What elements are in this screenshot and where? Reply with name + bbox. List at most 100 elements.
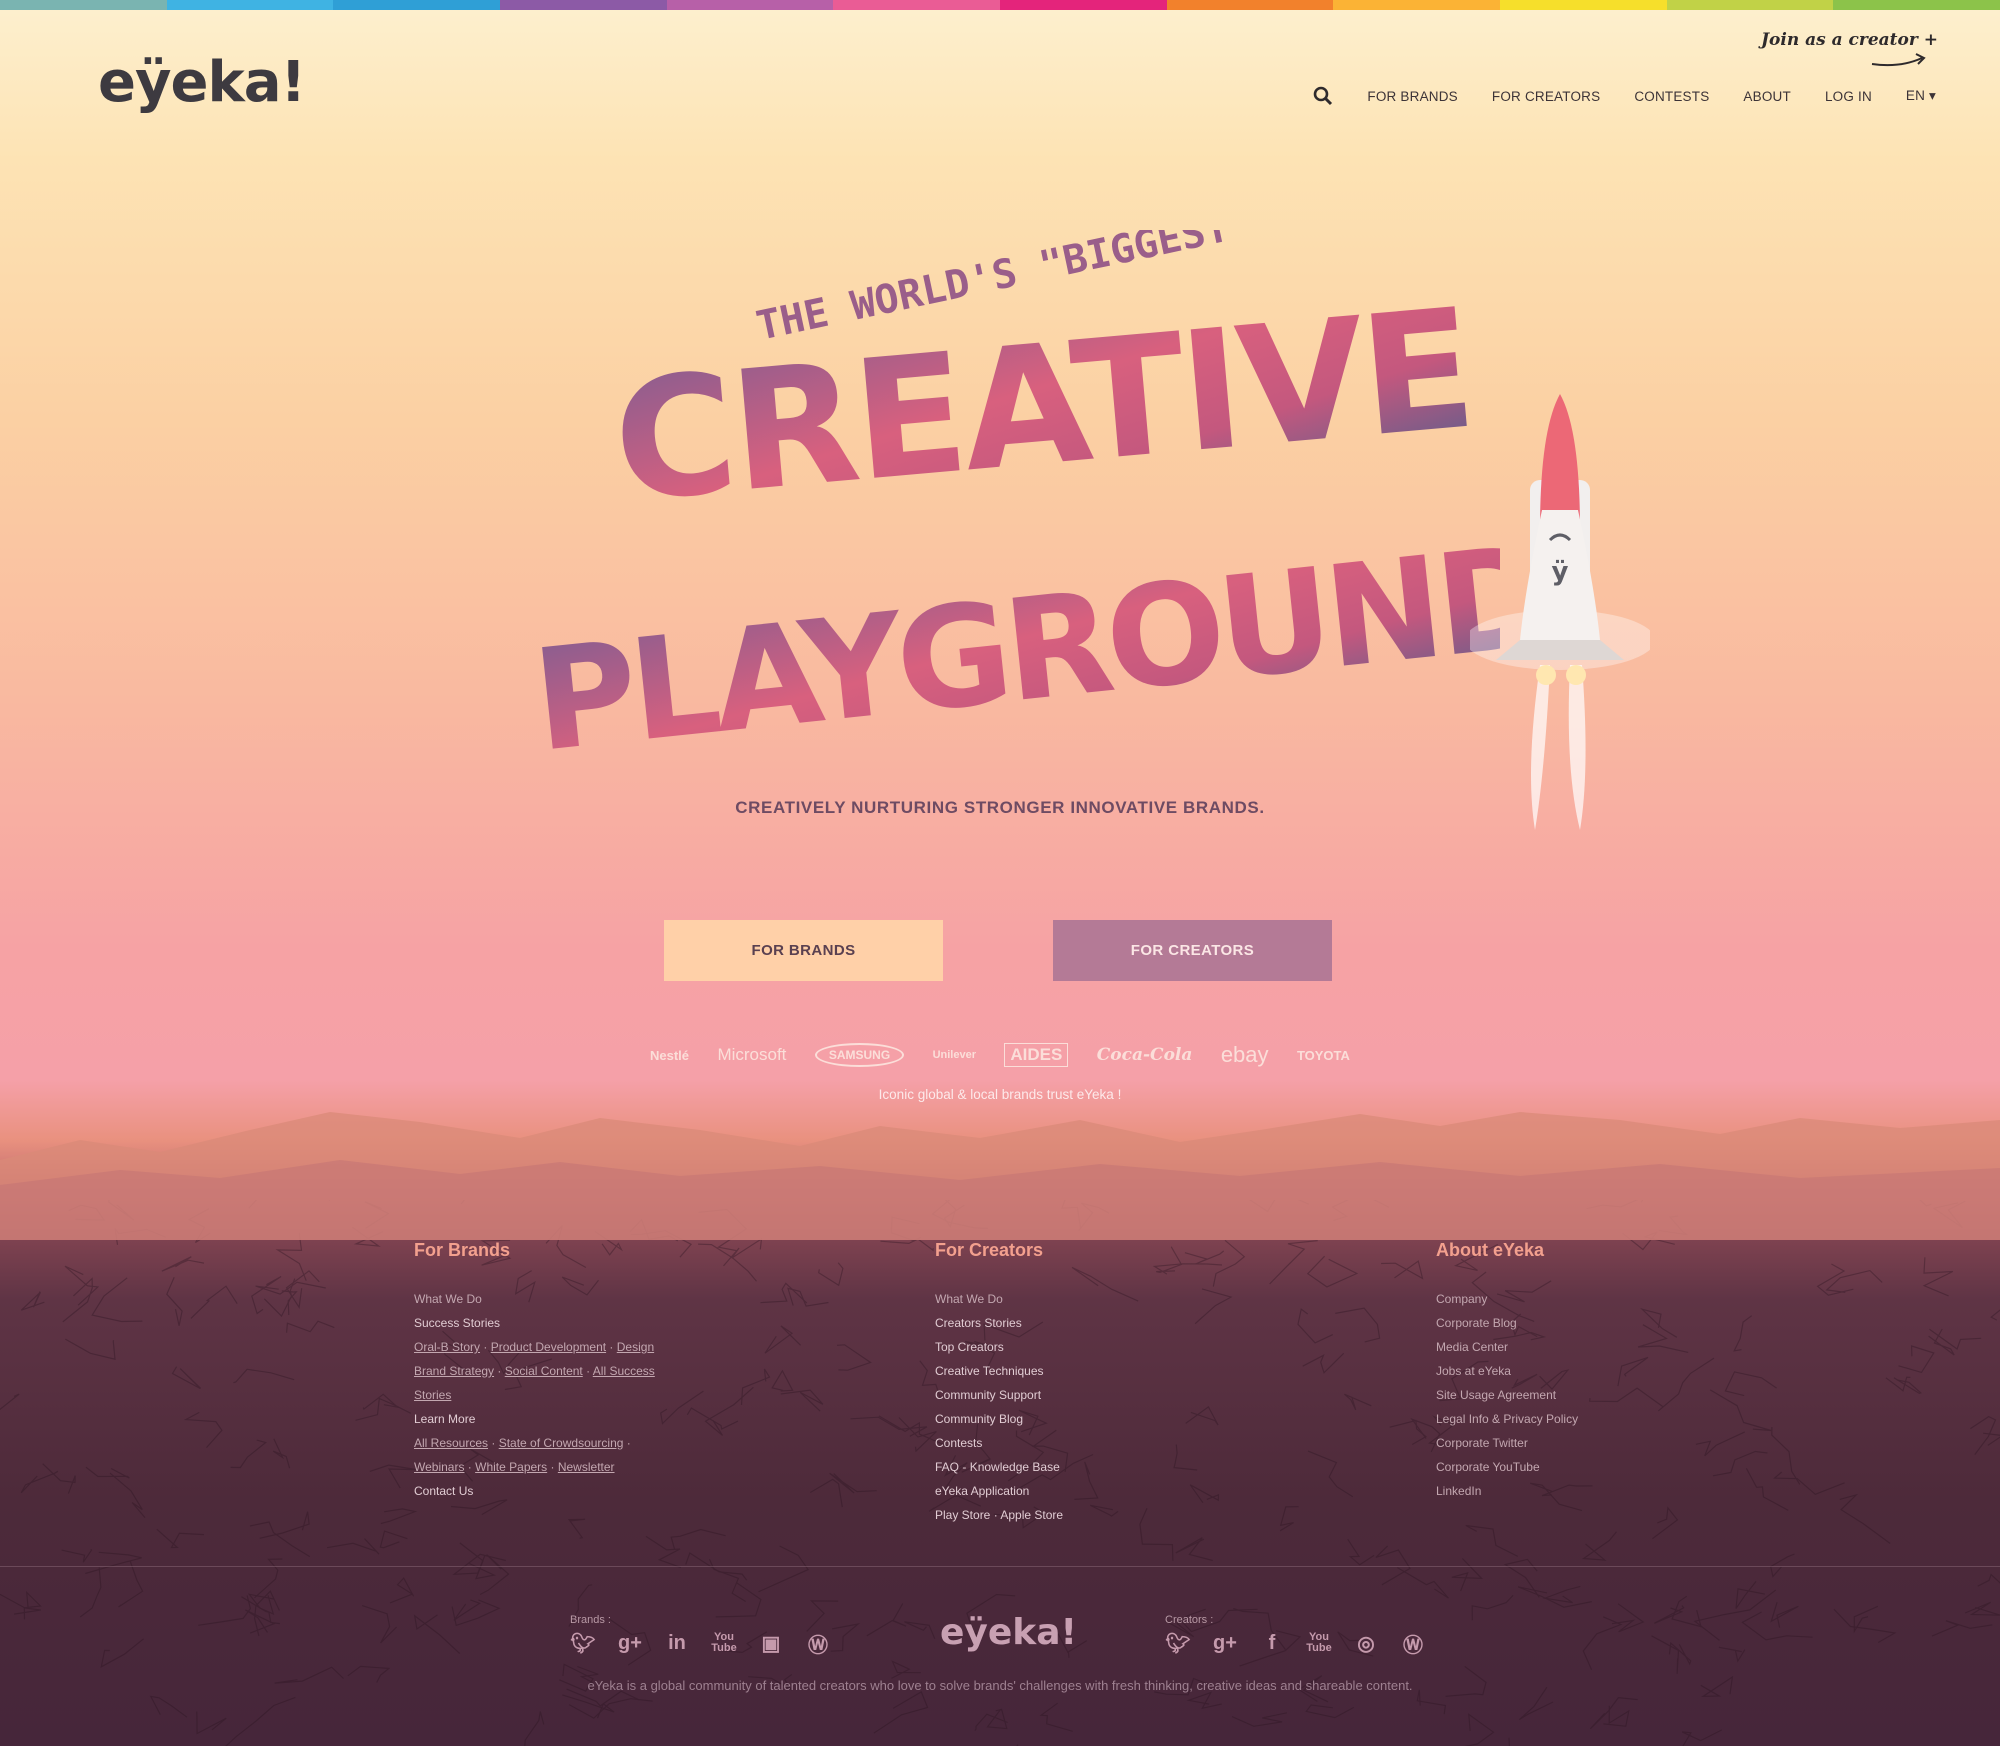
ground-crack <box>1269 1240 1318 1285</box>
footer-link[interactable]: Apple Store <box>1000 1508 1063 1522</box>
google-plus-icon[interactable]: g+ <box>1212 1630 1238 1656</box>
footer-link[interactable]: Legal Info & Privacy Policy <box>1436 1407 1578 1431</box>
nav-about[interactable]: ABOUT <box>1743 89 1791 104</box>
footer-divider <box>0 1566 2000 1567</box>
slideshare-icon[interactable]: ▣ <box>758 1630 784 1656</box>
ground-crack <box>413 1614 461 1654</box>
footer-link[interactable]: What We Do <box>414 1287 655 1311</box>
color-stripe <box>0 0 167 10</box>
wordpress-icon[interactable]: Ⓦ <box>805 1630 831 1657</box>
youtube-icon[interactable]: You Tube <box>711 1630 737 1656</box>
footer-link[interactable]: Creative Techniques <box>935 1359 1063 1383</box>
footer-link[interactable]: Brand Strategy <box>414 1364 494 1378</box>
footer-link[interactable]: Jobs at eYeka <box>1436 1359 1578 1383</box>
twitter-icon[interactable]: 🐦︎ <box>570 1630 596 1656</box>
ground-crack <box>1977 1573 2000 1587</box>
footer-link[interactable]: State of Crowdsourcing <box>499 1436 624 1450</box>
ground-crack <box>389 1577 415 1604</box>
color-stripe <box>500 0 667 10</box>
footer-link[interactable]: Contests <box>935 1431 1063 1455</box>
ground-crack <box>1990 1295 2000 1321</box>
footer-link[interactable]: Webinars <box>414 1460 464 1474</box>
search-icon[interactable] <box>1313 86 1333 106</box>
ground-crack <box>771 1369 794 1392</box>
footer-link[interactable]: FAQ <box>935 1460 959 1474</box>
ground-crack <box>1185 1406 1219 1426</box>
linkedin-icon[interactable]: in <box>664 1630 690 1656</box>
wordpress-icon[interactable]: Ⓦ <box>1400 1630 1426 1657</box>
hero-headline: THE WORLD'S "BIGGEST" CREATIVE PLAYGROUN… <box>540 230 1500 784</box>
ground-crack <box>1733 1315 1753 1352</box>
ground-crack <box>118 1561 144 1608</box>
eyeka-logo[interactable]: eÿeka! <box>98 50 306 115</box>
nav-for-creators[interactable]: FOR CREATORS <box>1492 89 1600 104</box>
for-creators-button[interactable]: FOR CREATORS <box>1053 920 1332 981</box>
footer-link[interactable]: Play Store <box>935 1508 990 1522</box>
footer-link[interactable]: Design <box>617 1340 654 1354</box>
ground-crack <box>1839 1493 1891 1544</box>
footer-link[interactable]: Newsletter <box>558 1460 615 1474</box>
footer-link[interactable]: Social Content <box>505 1364 583 1378</box>
footer-link[interactable]: Oral-B Story <box>414 1340 480 1354</box>
nav-for-brands[interactable]: FOR BRANDS <box>1367 89 1458 104</box>
footer-link[interactable]: Contact Us <box>414 1479 655 1503</box>
ground-crack <box>764 1325 802 1354</box>
join-as-creator-link[interactable]: Join as a creator + <box>1761 30 1938 50</box>
ground-crack <box>830 1622 861 1652</box>
ground-crack <box>1471 1594 1514 1621</box>
footer-link[interactable]: Corporate Twitter <box>1436 1431 1578 1455</box>
ground-crack <box>156 1528 205 1549</box>
language-selector[interactable]: EN ▾ <box>1906 88 1936 104</box>
ground-crack <box>190 1285 238 1319</box>
footer-link[interactable]: What We Do <box>935 1287 1063 1311</box>
ground-crack <box>1709 1389 1772 1432</box>
ground-crack <box>379 1530 408 1549</box>
footer-link[interactable]: Top Creators <box>935 1335 1063 1359</box>
facebook-icon[interactable]: f <box>1259 1630 1285 1656</box>
ground-crack <box>1825 1269 1883 1293</box>
ground-crack <box>873 1691 929 1734</box>
ground-crack <box>758 1545 810 1593</box>
footer-link[interactable]: Site Usage Agreement <box>1436 1383 1578 1407</box>
footer-link[interactable]: Community Support <box>935 1383 1063 1407</box>
footer-link[interactable]: Corporate Blog <box>1436 1311 1578 1335</box>
ground-crack <box>1617 1356 1649 1387</box>
ground-crack <box>1773 1471 1845 1495</box>
ground-crack <box>1668 1641 1692 1666</box>
creators-social-row: 🐦︎ g+ f You Tube ◎ Ⓦ <box>1165 1630 1426 1657</box>
for-brands-button[interactable]: FOR BRANDS <box>664 920 943 981</box>
footer-link[interactable]: eYeka Application <box>935 1479 1063 1503</box>
footer-link[interactable]: All Resources <box>414 1436 488 1450</box>
nav-contests[interactable]: CONTESTS <box>1634 89 1709 104</box>
ground-crack <box>698 1243 757 1282</box>
main-nav: FOR BRANDS FOR CREATORS CONTESTS ABOUT L… <box>1313 86 1936 106</box>
footer-link[interactable]: Media Center <box>1436 1335 1578 1359</box>
ground-crack <box>171 1366 202 1390</box>
footer-eyeka-logo[interactable]: eÿeka! <box>940 1612 1077 1653</box>
ground-crack <box>1517 1586 1592 1608</box>
ground-crack <box>1416 1689 1447 1715</box>
google-plus-icon[interactable]: g+ <box>617 1630 643 1656</box>
footer-link[interactable]: Product Development <box>491 1340 606 1354</box>
footer-link[interactable]: White Papers <box>475 1460 547 1474</box>
footer-link[interactable]: Community Blog <box>935 1407 1063 1431</box>
footer-link[interactable]: Creators Stories <box>935 1311 1063 1335</box>
unilever-logo: Unilever <box>932 1049 976 1061</box>
ground-crack <box>1307 1450 1354 1498</box>
footer-link[interactable]: Stories <box>414 1388 451 1402</box>
ground-crack <box>1279 1506 1299 1532</box>
twitter-icon[interactable]: 🐦︎ <box>1165 1630 1191 1656</box>
ground-crack <box>1589 1387 1664 1408</box>
instagram-icon[interactable]: ◎ <box>1353 1630 1379 1656</box>
ground-crack <box>1681 1729 1723 1746</box>
ground-crack <box>866 1603 907 1637</box>
footer-link[interactable]: All Success <box>593 1364 655 1378</box>
footer-link[interactable]: Corporate YouTube <box>1436 1455 1578 1479</box>
ground-crack <box>230 1439 267 1469</box>
nav-log-in[interactable]: LOG IN <box>1825 89 1872 104</box>
youtube-icon[interactable]: You Tube <box>1306 1630 1332 1656</box>
brands-social-label: Brands : <box>570 1614 611 1626</box>
footer-link[interactable]: Company <box>1436 1287 1578 1311</box>
footer-link[interactable]: Knowledge Base <box>970 1460 1060 1474</box>
footer-link[interactable]: LinkedIn <box>1436 1479 1578 1503</box>
